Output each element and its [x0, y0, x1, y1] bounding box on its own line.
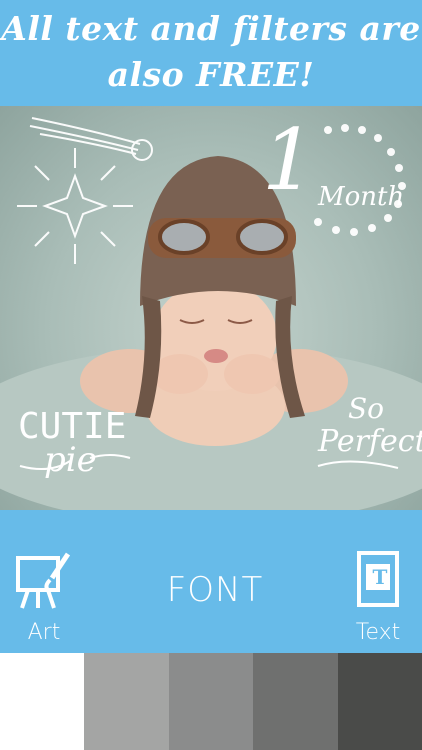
color-swatch-2[interactable]	[84, 653, 169, 750]
sticker-month-number: 1	[262, 111, 316, 209]
photo-canvas[interactable]: 1 Month CUTIE pie So Perfect	[0, 106, 422, 510]
color-swatch-5[interactable]	[337, 653, 422, 750]
color-swatch-3[interactable]	[168, 653, 254, 750]
easel-icon	[16, 552, 71, 609]
promo-line-2: also FREE!	[107, 55, 315, 94]
text-tool-label: Text	[355, 620, 401, 645]
sticker-perfect: Perfect	[318, 424, 422, 459]
tool-bar: Art FONT T Text	[0, 510, 422, 653]
sticker-pie: pie	[44, 440, 97, 480]
color-swatch-row	[0, 653, 422, 750]
sticker-month-word: Month	[318, 182, 405, 212]
promo-headline: All text and filters are also FREE!	[0, 6, 422, 98]
promo-line-1: All text and filters are	[1, 9, 421, 48]
sticker-so: So	[348, 392, 385, 425]
color-swatch-4[interactable]	[253, 653, 338, 750]
font-tool-button[interactable]: FONT	[150, 570, 280, 610]
text-tool-button[interactable]: T Text	[346, 550, 410, 646]
text-icon-glyph: T	[372, 565, 388, 589]
promo-banner: All text and filters are also FREE!	[0, 0, 422, 106]
art-tool-button[interactable]: Art	[10, 550, 78, 646]
color-swatch-1[interactable]	[0, 653, 85, 750]
art-tool-label: Art	[27, 620, 61, 645]
